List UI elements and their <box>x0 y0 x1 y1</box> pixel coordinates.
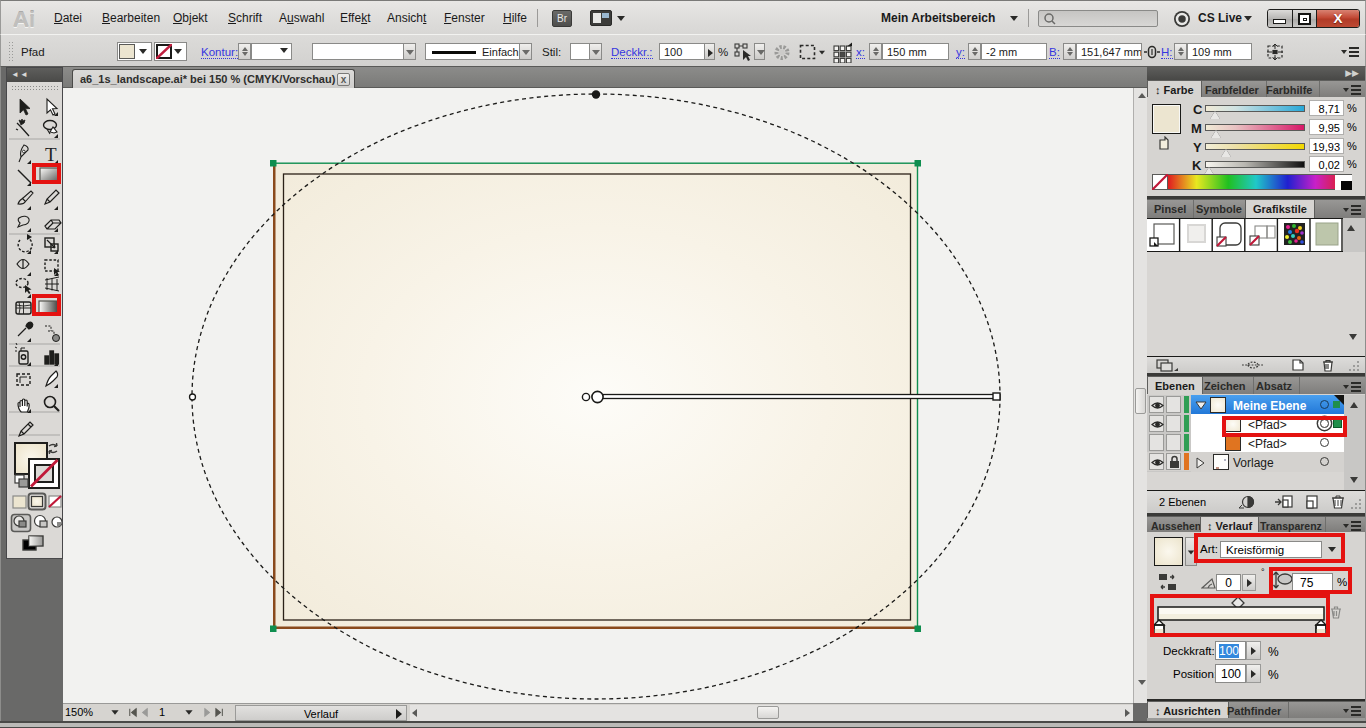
svg-text:T: T <box>45 144 57 165</box>
